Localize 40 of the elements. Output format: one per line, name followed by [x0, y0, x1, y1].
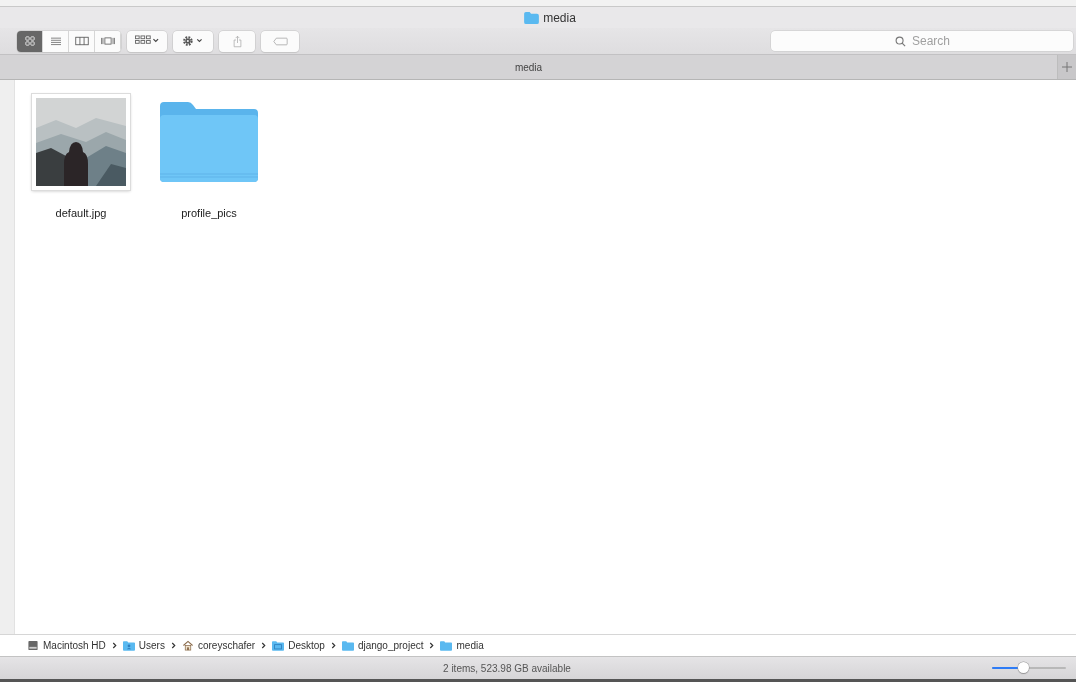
- gallery-icon: [100, 36, 115, 46]
- chevron-icon: [429, 642, 435, 649]
- file-name: default.jpg: [55, 207, 107, 219]
- icon-size-slider[interactable]: [992, 662, 1066, 674]
- folder-icon: [160, 101, 258, 182]
- folder-icon: [440, 640, 453, 651]
- chevron-icon: [330, 642, 336, 649]
- path-item[interactable]: media: [440, 640, 484, 651]
- columns-icon: [74, 36, 89, 46]
- columns-view-button[interactable]: [69, 30, 95, 52]
- path-item[interactable]: django_project: [341, 640, 424, 651]
- folder-icon: [341, 640, 354, 651]
- list-icon: [50, 36, 61, 46]
- share-icon: [232, 34, 242, 48]
- grid-icon: [135, 35, 159, 47]
- arrange-button[interactable]: [127, 30, 167, 52]
- home-icon: [181, 640, 194, 651]
- icon-grid-icon: [24, 36, 35, 46]
- status-text: 2 items, 523.98 GB available: [442, 662, 572, 674]
- users-folder-icon: [122, 640, 135, 651]
- gear-icon: [181, 35, 205, 47]
- list-view-button[interactable]: [43, 30, 69, 52]
- path-item[interactable]: Users: [122, 640, 165, 651]
- path-item[interactable]: Macintosh HD: [27, 640, 106, 651]
- desktop-folder-icon: [272, 640, 285, 651]
- folder-icon: [524, 11, 540, 24]
- path-item[interactable]: Desktop: [272, 640, 325, 651]
- path-item[interactable]: coreyschafer: [181, 640, 256, 651]
- action-button[interactable]: [173, 30, 213, 52]
- gallery-view-button[interactable]: [95, 30, 121, 52]
- file-name: profile_pics: [181, 207, 237, 219]
- chevron-icon: [111, 642, 117, 649]
- tag-icon: [272, 36, 288, 46]
- chevron-icon: [170, 642, 176, 649]
- search-field[interactable]: Search: [771, 31, 1073, 51]
- plus-icon: [1062, 62, 1072, 72]
- chevron-icon: [261, 642, 267, 649]
- window-title: media: [543, 10, 576, 25]
- icons-view-button[interactable]: [17, 30, 43, 52]
- search-icon: [895, 36, 906, 47]
